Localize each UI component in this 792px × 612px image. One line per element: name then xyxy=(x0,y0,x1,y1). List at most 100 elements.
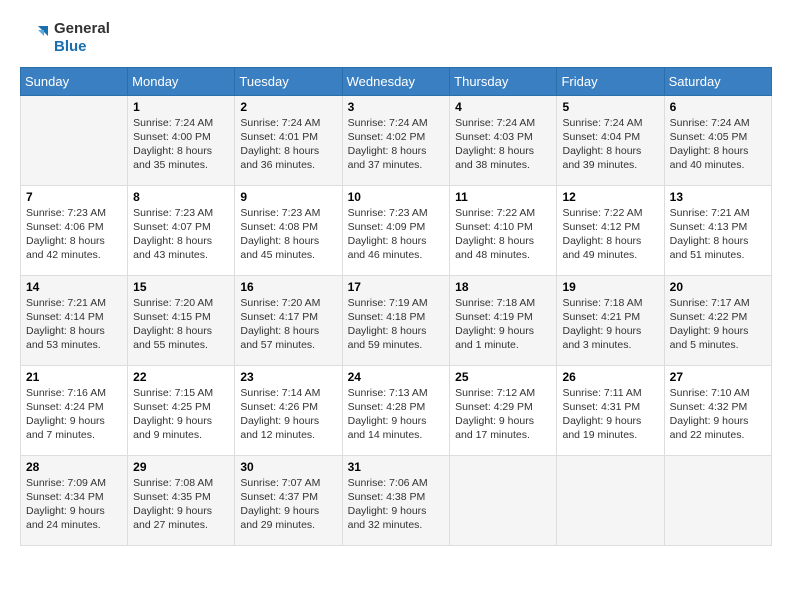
day-cell: 21Sunrise: 7:16 AMSunset: 4:24 PMDayligh… xyxy=(21,365,128,455)
day-cell: 25 Sunrise: 7:12 AMSunset: 4:29 PMDayligh… xyxy=(450,365,557,455)
day-cell: 4 Sunrise: 7:24 AMSunset: 4:03 PMDaylight… xyxy=(450,95,557,185)
day-number: 2 xyxy=(240,100,336,114)
day-cell: 26 Sunrise: 7:11 AMSunset: 4:31 PMDayligh… xyxy=(557,365,664,455)
logo-general: General xyxy=(54,20,110,37)
day-number: 16 xyxy=(240,280,336,294)
day-cell: 3 Sunrise: 7:24 AMSunset: 4:02 PMDaylight… xyxy=(342,95,450,185)
day-info: Sunrise: 7:11 AMSunset: 4:31 PMDaylight:… xyxy=(562,386,658,443)
col-header-friday: Friday xyxy=(557,67,664,95)
day-cell: 31Sunrise: 7:06 AMSunset: 4:38 PMDayligh… xyxy=(342,455,450,545)
day-number: 1 xyxy=(133,100,229,114)
day-info: Sunrise: 7:12 AMSunset: 4:29 PMDaylight:… xyxy=(455,386,551,443)
day-info: Sunrise: 7:18 AMSunset: 4:19 PMDaylight:… xyxy=(455,296,551,353)
day-number: 6 xyxy=(670,100,766,114)
day-number: 3 xyxy=(348,100,445,114)
week-row-3: 14 Sunrise: 7:21 AMSunset: 4:14 PMDayligh… xyxy=(21,275,772,365)
day-cell: 20Sunrise: 7:17 AMSunset: 4:22 PMDayligh… xyxy=(664,275,771,365)
day-cell xyxy=(21,95,128,185)
day-info: Sunrise: 7:10 AMSunset: 4:32 PMDaylight:… xyxy=(670,386,766,443)
day-number: 26 xyxy=(562,370,658,384)
day-cell: 1 Sunrise: 7:24 AMSunset: 4:00 PMDaylight… xyxy=(128,95,235,185)
day-info: Sunrise: 7:16 AMSunset: 4:24 PMDaylight:… xyxy=(26,386,122,443)
day-info: Sunrise: 7:19 AMSunset: 4:18 PMDaylight:… xyxy=(348,296,445,353)
day-number: 14 xyxy=(26,280,122,294)
day-info: Sunrise: 7:15 AMSunset: 4:25 PMDaylight:… xyxy=(133,386,229,443)
day-cell: 28 Sunrise: 7:09 AMSunset: 4:34 PMDayligh… xyxy=(21,455,128,545)
day-number: 12 xyxy=(562,190,658,204)
logo-blue: Blue xyxy=(54,38,87,55)
day-cell: 13Sunrise: 7:21 AMSunset: 4:13 PMDayligh… xyxy=(664,185,771,275)
day-info: Sunrise: 7:23 AMSunset: 4:06 PMDaylight:… xyxy=(26,206,122,263)
day-cell xyxy=(664,455,771,545)
day-number: 22 xyxy=(133,370,229,384)
day-cell: 15 Sunrise: 7:20 AMSunset: 4:15 PMDayligh… xyxy=(128,275,235,365)
day-info: Sunrise: 7:24 AMSunset: 4:05 PMDaylight:… xyxy=(670,116,766,173)
calendar-table: SundayMondayTuesdayWednesdayThursdayFrid… xyxy=(20,67,772,546)
day-number: 9 xyxy=(240,190,336,204)
day-number: 4 xyxy=(455,100,551,114)
day-cell: 19 Sunrise: 7:18 AMSunset: 4:21 PMDayligh… xyxy=(557,275,664,365)
day-cell xyxy=(450,455,557,545)
day-info: Sunrise: 7:24 AMSunset: 4:00 PMDaylight:… xyxy=(133,116,229,173)
day-cell: 11Sunrise: 7:22 AMSunset: 4:10 PMDayligh… xyxy=(450,185,557,275)
day-cell: 8 Sunrise: 7:23 AMSunset: 4:07 PMDaylight… xyxy=(128,185,235,275)
day-info: Sunrise: 7:20 AMSunset: 4:17 PMDaylight:… xyxy=(240,296,336,353)
day-cell: 17 Sunrise: 7:19 AMSunset: 4:18 PMDayligh… xyxy=(342,275,450,365)
week-row-2: 7 Sunrise: 7:23 AMSunset: 4:06 PMDaylight… xyxy=(21,185,772,275)
col-header-thursday: Thursday xyxy=(450,67,557,95)
logo: General Blue xyxy=(20,20,110,57)
day-cell: 18 Sunrise: 7:18 AMSunset: 4:19 PMDayligh… xyxy=(450,275,557,365)
col-header-saturday: Saturday xyxy=(664,67,771,95)
day-cell: 6 Sunrise: 7:24 AMSunset: 4:05 PMDaylight… xyxy=(664,95,771,185)
day-number: 24 xyxy=(348,370,445,384)
day-info: Sunrise: 7:18 AMSunset: 4:21 PMDaylight:… xyxy=(562,296,658,353)
day-cell: 12 Sunrise: 7:22 AMSunset: 4:12 PMDayligh… xyxy=(557,185,664,275)
day-info: Sunrise: 7:24 AMSunset: 4:03 PMDaylight:… xyxy=(455,116,551,173)
day-cell: 24 Sunrise: 7:13 AMSunset: 4:28 PMDayligh… xyxy=(342,365,450,455)
day-number: 25 xyxy=(455,370,551,384)
day-number: 15 xyxy=(133,280,229,294)
day-cell: 10Sunrise: 7:23 AMSunset: 4:09 PMDayligh… xyxy=(342,185,450,275)
day-info: Sunrise: 7:22 AMSunset: 4:12 PMDaylight:… xyxy=(562,206,658,263)
day-info: Sunrise: 7:24 AMSunset: 4:04 PMDaylight:… xyxy=(562,116,658,173)
logo-icon xyxy=(20,22,52,54)
col-header-tuesday: Tuesday xyxy=(235,67,342,95)
day-cell: 27 Sunrise: 7:10 AMSunset: 4:32 PMDayligh… xyxy=(664,365,771,455)
day-number: 23 xyxy=(240,370,336,384)
day-info: Sunrise: 7:07 AMSunset: 4:37 PMDaylight:… xyxy=(240,476,336,533)
col-header-monday: Monday xyxy=(128,67,235,95)
day-number: 29 xyxy=(133,460,229,474)
day-number: 7 xyxy=(26,190,122,204)
day-cell: 9Sunrise: 7:23 AMSunset: 4:08 PMDaylight… xyxy=(235,185,342,275)
day-cell xyxy=(557,455,664,545)
day-number: 17 xyxy=(348,280,445,294)
day-cell: 16 Sunrise: 7:20 AMSunset: 4:17 PMDayligh… xyxy=(235,275,342,365)
day-number: 18 xyxy=(455,280,551,294)
day-cell: 7 Sunrise: 7:23 AMSunset: 4:06 PMDaylight… xyxy=(21,185,128,275)
day-info: Sunrise: 7:20 AMSunset: 4:15 PMDaylight:… xyxy=(133,296,229,353)
day-info: Sunrise: 7:21 AMSunset: 4:14 PMDaylight:… xyxy=(26,296,122,353)
day-info: Sunrise: 7:23 AMSunset: 4:07 PMDaylight:… xyxy=(133,206,229,263)
day-info: Sunrise: 7:09 AMSunset: 4:34 PMDaylight:… xyxy=(26,476,122,533)
day-info: Sunrise: 7:24 AMSunset: 4:02 PMDaylight:… xyxy=(348,116,445,173)
day-number: 31 xyxy=(348,460,445,474)
day-number: 27 xyxy=(670,370,766,384)
day-info: Sunrise: 7:21 AMSunset: 4:13 PMDaylight:… xyxy=(670,206,766,263)
header-row: SundayMondayTuesdayWednesdayThursdayFrid… xyxy=(21,67,772,95)
day-cell: 22 Sunrise: 7:15 AMSunset: 4:25 PMDayligh… xyxy=(128,365,235,455)
day-cell: 30 Sunrise: 7:07 AMSunset: 4:37 PMDayligh… xyxy=(235,455,342,545)
col-header-wednesday: Wednesday xyxy=(342,67,450,95)
day-number: 8 xyxy=(133,190,229,204)
day-cell: 14 Sunrise: 7:21 AMSunset: 4:14 PMDayligh… xyxy=(21,275,128,365)
day-info: Sunrise: 7:24 AMSunset: 4:01 PMDaylight:… xyxy=(240,116,336,173)
day-info: Sunrise: 7:08 AMSunset: 4:35 PMDaylight:… xyxy=(133,476,229,533)
day-info: Sunrise: 7:13 AMSunset: 4:28 PMDaylight:… xyxy=(348,386,445,443)
day-cell: 2 Sunrise: 7:24 AMSunset: 4:01 PMDaylight… xyxy=(235,95,342,185)
page-header: General Blue xyxy=(20,20,772,57)
day-info: Sunrise: 7:23 AMSunset: 4:09 PMDaylight:… xyxy=(348,206,445,263)
day-number: 19 xyxy=(562,280,658,294)
day-number: 30 xyxy=(240,460,336,474)
day-number: 28 xyxy=(26,460,122,474)
col-header-sunday: Sunday xyxy=(21,67,128,95)
day-cell: 23Sunrise: 7:14 AMSunset: 4:26 PMDayligh… xyxy=(235,365,342,455)
